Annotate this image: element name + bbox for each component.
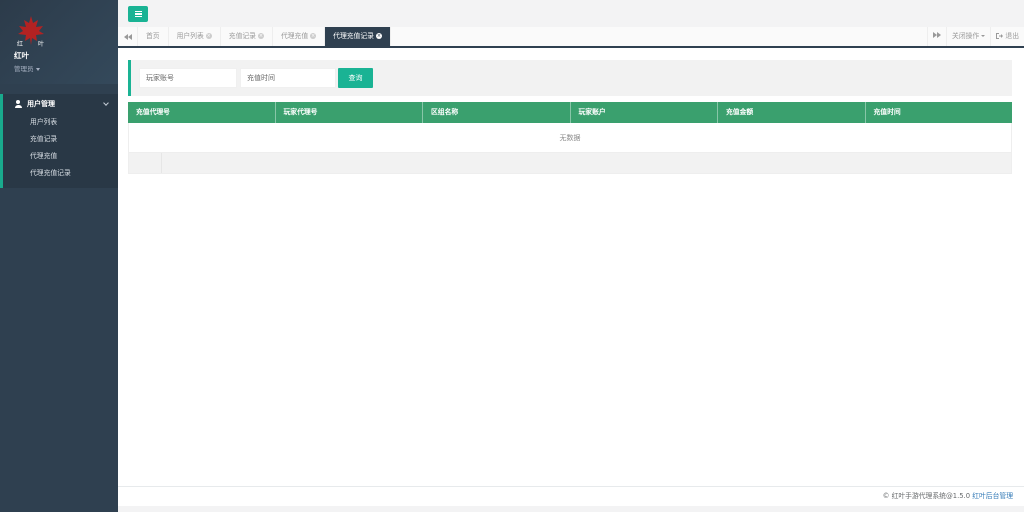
column-header[interactable]: 充值金额 [718,102,866,123]
nav-group-label: 用户管理 [27,100,55,108]
tab-user-list[interactable]: 用户列表 × [169,27,221,46]
column-header[interactable]: 玩家代理号 [276,102,423,123]
search-button[interactable]: 查询 [338,68,373,88]
double-right-arrow-icon [933,32,942,38]
tab-scroll-left-button[interactable] [118,27,138,46]
user-icon [14,100,22,108]
player-account-input[interactable]: 玩家账号 [139,68,237,88]
table-header: 充值代理号 玩家代理号 区组名称 玩家账户 充值金额 充值时间 [128,102,1012,123]
close-icon[interactable]: × [310,33,317,39]
tab-label: 代理充值记录 [333,32,374,40]
pagination-cell [129,153,162,173]
sidebar-item-agent-recharge[interactable]: 代理充值 [3,148,118,165]
user-name[interactable]: 红叶 [14,50,118,61]
close-icon[interactable]: × [375,33,382,39]
svg-text:叶: 叶 [38,40,44,48]
tab-agent-recharge[interactable]: 代理充值 × [273,27,326,46]
user-role-label: 管理员 [14,65,34,73]
tab-label: 充值记录 [228,32,256,40]
caret-down-icon [35,67,40,71]
table-pagination-bar [128,153,1012,174]
bottom-strip [118,506,1024,512]
tab-label: 用户列表 [176,32,204,40]
menu-toggle-button[interactable] [128,6,148,22]
tab-scroll-right-button[interactable] [927,27,946,46]
svg-text:红: 红 [17,40,23,48]
user-role-dropdown[interactable]: 管理员 [14,63,118,73]
close-operations-dropdown[interactable]: 关闭操作 [946,27,990,46]
caret-down-icon [981,35,986,37]
column-header[interactable]: 充值代理号 [128,102,276,123]
close-operations-label: 关闭操作 [952,32,980,40]
search-panel: 玩家账号 充值时间 查询 [128,60,1012,96]
column-header[interactable]: 充值时间 [866,102,1013,123]
hamburger-icon [134,10,142,12]
column-header[interactable]: 玩家账户 [571,102,718,123]
logout-button[interactable]: 退出 [990,27,1024,46]
profile-panel: 红 叶 红叶 管理员 [0,0,118,84]
tab-label: 首页 [146,32,160,40]
chevron-down-icon [103,100,109,106]
tab-recharge-records[interactable]: 充值记录 × [221,27,273,46]
tabs: 首页 用户列表 × 充值记录 × 代理充值 × 代理充值记录 × [138,27,927,46]
empty-state-text: 无数据 [128,123,1012,153]
maple-leaf-logo: 红 叶 [14,14,48,48]
tab-home[interactable]: 首页 [138,27,169,46]
sidebar-item-user-list[interactable]: 用户列表 [3,114,118,131]
sidebar-item-recharge-records[interactable]: 充值记录 [3,131,118,148]
nav-group-head[interactable]: 用户管理 [3,94,118,114]
topbar [118,0,1024,28]
copyright-text: © 红叶手游代理系统@1.5.0 [882,492,971,500]
column-header[interactable]: 区组名称 [423,102,571,123]
tab-bar: 首页 用户列表 × 充值记录 × 代理充值 × 代理充值记录 × 关闭操作 退出 [118,27,1024,48]
hamburger-line [134,16,142,18]
admin-link[interactable]: 红叶后台管理 [972,492,1013,500]
close-icon[interactable]: × [205,33,212,39]
main-content: 玩家账号 充值时间 查询 充值代理号 玩家代理号 区组名称 玩家账户 充值金额 … [118,48,1024,486]
footer: © 红叶手游代理系统@1.5.0 红叶后台管理 [118,486,1024,506]
double-left-arrow-icon [123,33,132,40]
records-table: 充值代理号 玩家代理号 区组名称 玩家账户 充值金额 充值时间 无数据 [128,102,1012,174]
nav-group-user-management: 用户管理 用户列表 充值记录 代理充值 代理充值记录 [0,94,118,188]
tab-bar-actions: 关闭操作 退出 [927,27,1024,46]
tab-label: 代理充值 [280,32,309,40]
tab-agent-recharge-records[interactable]: 代理充值记录 × [325,27,391,46]
hamburger-line [134,13,142,15]
recharge-time-input[interactable]: 充值时间 [240,68,336,88]
close-icon[interactable]: × [257,33,264,39]
logout-label: 退出 [1005,32,1019,40]
sign-out-icon [996,33,1004,39]
sidebar-item-agent-recharge-records[interactable]: 代理充值记录 [3,165,118,182]
sidebar: 红 叶 红叶 管理员 用户管理 用户列表 充值记录 代理充值 代理充值记录 [0,0,118,512]
